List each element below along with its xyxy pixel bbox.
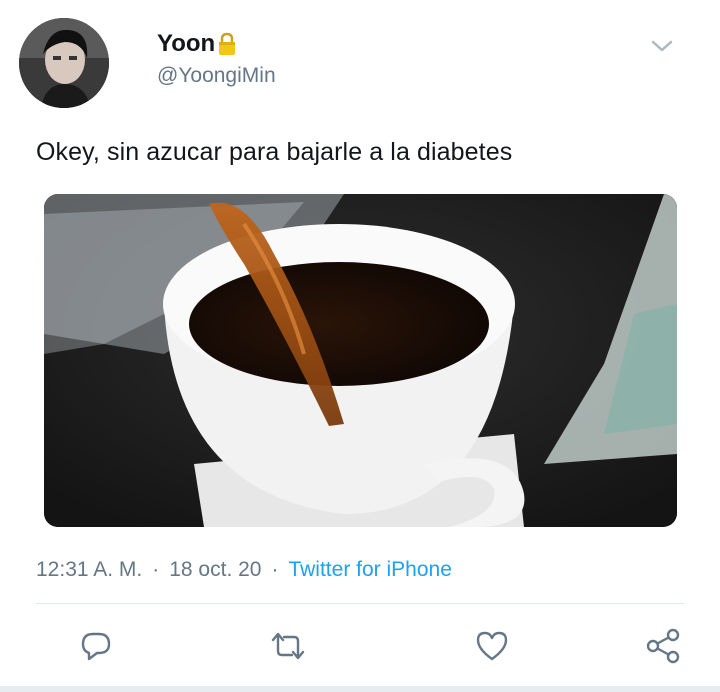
tweet-meta: 12:31 A. M. · 18 oct. 20 · Twitter for iPhon… [36, 558, 452, 582]
profile-photo-image [19, 18, 109, 108]
avatar[interactable] [19, 18, 109, 108]
meta-separator: · [152, 558, 160, 581]
like-button[interactable] [472, 626, 512, 666]
tweet-source-link[interactable]: Twitter for iPhone [288, 558, 451, 581]
tweet-actions [0, 620, 720, 670]
share-button[interactable] [643, 626, 683, 666]
tweet-text: Okey, sin azucar para bajarle a la diabe… [36, 138, 513, 166]
tweet-date[interactable]: 18 oct. 20 [169, 558, 261, 581]
coffee-pour-photo [44, 194, 677, 527]
share-icon [646, 628, 680, 664]
display-name-text: Yoon [157, 30, 216, 57]
lock-icon [217, 32, 237, 56]
tweet-media[interactable] [44, 194, 677, 527]
heart-icon [476, 631, 508, 661]
tweet-time[interactable]: 12:31 A. M. [36, 558, 142, 581]
reply-icon [81, 632, 111, 661]
reply-button[interactable] [76, 626, 116, 666]
meta-separator-2: · [271, 558, 279, 581]
author-display-name[interactable]: Yoon [157, 30, 237, 58]
retweet-button[interactable] [268, 626, 308, 666]
author-handle[interactable]: @YoongiMin [157, 64, 276, 88]
retweet-icon [271, 632, 305, 660]
bottom-border [0, 686, 720, 692]
divider [36, 603, 684, 604]
chevron-down-icon[interactable] [650, 36, 674, 56]
